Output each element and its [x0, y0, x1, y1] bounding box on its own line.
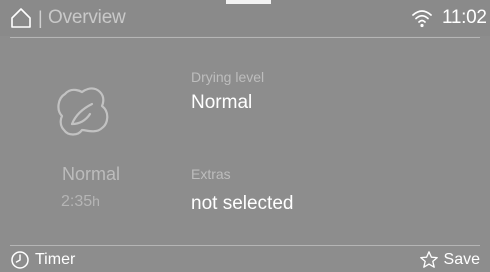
title-separator: | [38, 8, 43, 28]
extras-value[interactable]: not selected [191, 193, 293, 215]
duration-value: 2:35 [61, 193, 93, 210]
extras-label: Extras [191, 166, 231, 182]
leaf-program-icon[interactable] [52, 80, 112, 140]
save-button[interactable]: Save [419, 250, 480, 270]
home-icon[interactable] [10, 7, 32, 29]
top-notch-indicator [226, 0, 271, 4]
wifi-icon [412, 10, 432, 28]
drying-level-label: Drying level [191, 69, 265, 85]
bottom-bar: Timer Save [0, 246, 490, 272]
top-bar: | Overview 11:02 [0, 0, 490, 36]
page-title: Overview [48, 7, 126, 28]
drying-level-value[interactable]: Normal [191, 92, 252, 114]
timer-label: Timer [35, 251, 76, 268]
top-divider [10, 37, 480, 38]
clock-icon [11, 251, 29, 269]
save-label: Save [443, 251, 480, 268]
star-icon [419, 251, 438, 268]
program-duration: 2:35h [61, 191, 100, 212]
overview-screen: | Overview 11:02 Normal 2:35h Drying lev… [0, 0, 490, 272]
program-name: Normal [62, 164, 121, 184]
clock-time: 11:02 [442, 7, 487, 28]
timer-button[interactable]: Timer [10, 250, 75, 270]
duration-unit: h [92, 193, 100, 209]
